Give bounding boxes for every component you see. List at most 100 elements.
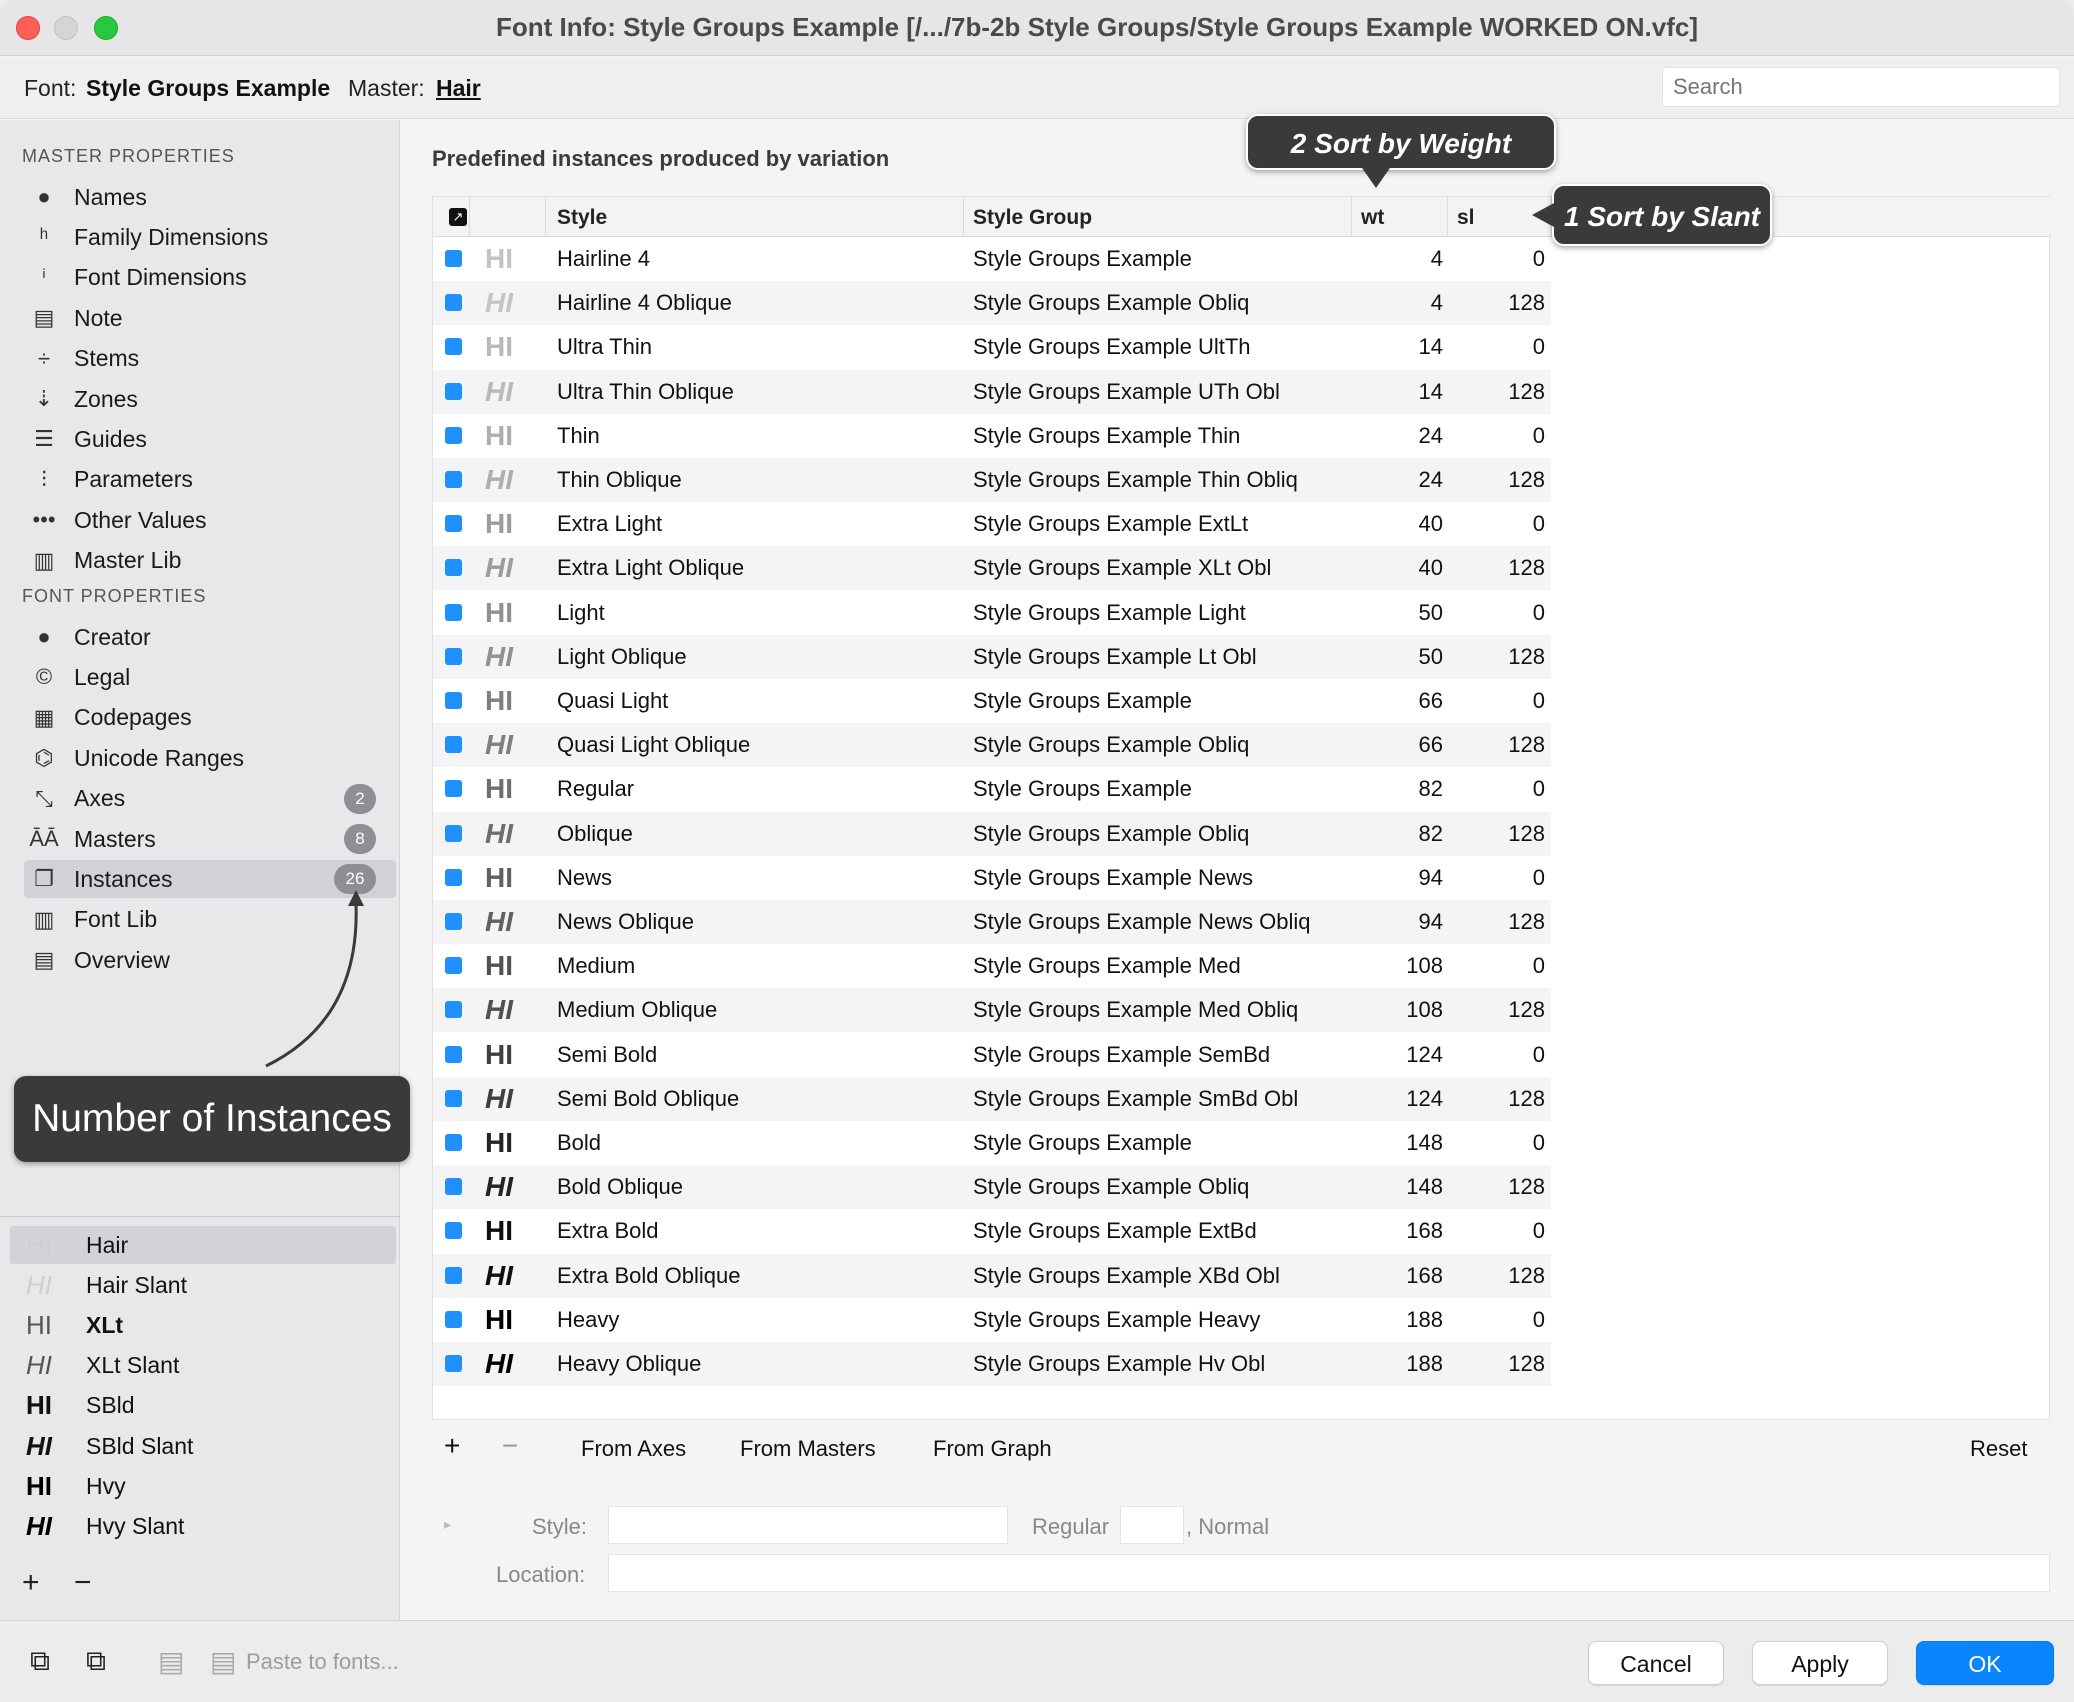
paste-icon[interactable]: ▤ [158, 1645, 184, 1678]
export-checkbox[interactable] [445, 1089, 462, 1107]
export-checkbox[interactable] [445, 868, 462, 886]
reset-button[interactable]: Reset [1970, 1436, 2027, 1462]
column-style[interactable]: Style [557, 206, 607, 230]
sidebar-item-legal[interactable]: © Legal [24, 658, 396, 696]
table-row[interactable]: HI Extra Bold Style Groups Example ExtBd 16… [433, 1209, 1551, 1253]
sidebar-item-parameters[interactable]: ⫶ Parameters [24, 461, 396, 499]
table-row[interactable]: HI Regular Style Groups Example 82 0 [433, 767, 1551, 811]
table-row[interactable]: HI Semi Bold Oblique Style Groups Example … [433, 1076, 1551, 1121]
master-item[interactable]: HI SBld Slant [10, 1427, 396, 1465]
table-row[interactable]: HI Extra Light Style Groups Example ExtLt 4… [433, 502, 1551, 546]
paste-to-fonts-icon[interactable]: ▤ [210, 1645, 236, 1678]
table-row[interactable]: HI Thin Oblique Style Groups Example Thin … [433, 458, 1551, 502]
search-input[interactable] [1662, 67, 2060, 107]
table-row[interactable]: HI Semi Bold Style Groups Example SemBd 124… [433, 1033, 1551, 1077]
table-row[interactable]: HI Medium Style Groups Example Med 108 0 [433, 944, 1551, 988]
export-checkbox[interactable] [445, 603, 462, 621]
table-row[interactable]: HI Bold Oblique Style Groups Example Obliq… [433, 1165, 1551, 1210]
ok-button[interactable]: OK [1916, 1641, 2054, 1685]
export-checkbox[interactable] [445, 382, 462, 400]
master-item[interactable]: HI Hair Slant [10, 1266, 396, 1304]
table-row[interactable]: HI Extra Light Oblique Style Groups Exampl… [433, 546, 1551, 591]
remove-master-button[interactable]: − [74, 1566, 92, 1600]
master-item[interactable]: HI XLt [10, 1306, 396, 1344]
table-row[interactable]: HI Bold Style Groups Example 148 0 [433, 1121, 1551, 1165]
location-input[interactable] [608, 1554, 2050, 1592]
table-row[interactable]: HI Heavy Style Groups Example Heavy 188 0 [433, 1298, 1551, 1342]
sidebar-item-codepages[interactable]: ▦ Codepages [24, 699, 396, 737]
export-checkbox[interactable] [445, 824, 462, 842]
export-checkbox[interactable] [445, 957, 462, 975]
sidebar-item-masters[interactable]: ĀĀ Masters 8 [24, 820, 396, 858]
table-row[interactable]: HI Medium Oblique Style Groups Example Med… [433, 988, 1551, 1033]
from-graph-button[interactable]: From Graph [933, 1436, 1052, 1462]
export-checkbox[interactable] [445, 1134, 462, 1151]
export-checkbox[interactable] [445, 250, 462, 267]
master-selector[interactable]: Hair [436, 75, 481, 102]
table-row[interactable]: HI Quasi Light Style Groups Example 66 0 [433, 679, 1551, 723]
export-icon[interactable]: ↗ [449, 208, 467, 226]
add-master-button[interactable]: + [22, 1566, 40, 1600]
sidebar-item-master-lib[interactable]: ▥ Master Lib [24, 542, 396, 580]
weight-class-input[interactable] [1120, 1506, 1184, 1544]
export-checkbox[interactable] [445, 1001, 462, 1019]
export-checkbox[interactable] [445, 1178, 462, 1196]
export-checkbox[interactable] [445, 515, 462, 533]
table-row[interactable]: HI Light Oblique Style Groups Example Lt O… [433, 634, 1551, 679]
from-masters-button[interactable]: From Masters [740, 1436, 876, 1462]
disclosure-icon[interactable]: ▸ [444, 1516, 451, 1533]
table-row[interactable]: HI News Oblique Style Groups Example News … [433, 900, 1551, 944]
export-checkbox[interactable] [445, 1222, 462, 1240]
zoom-window-button[interactable] [94, 16, 118, 40]
sidebar-item-creator[interactable]: ● Creator [24, 618, 396, 656]
column-sl[interactable]: sl [1457, 206, 1475, 230]
table-row[interactable]: HI Light Style Groups Example Light 50 0 [433, 591, 1551, 635]
export-checkbox[interactable] [445, 647, 462, 665]
sidebar-item-guides[interactable]: ☰ Guides [24, 420, 396, 458]
from-axes-button[interactable]: From Axes [581, 1436, 686, 1462]
master-item[interactable]: HI Hvy Slant [10, 1507, 396, 1545]
export-checkbox[interactable] [445, 736, 462, 754]
master-item[interactable]: HI XLt Slant [10, 1347, 396, 1385]
master-item[interactable]: HI Hair [10, 1226, 396, 1264]
copy-all-icon[interactable]: ⧉ [86, 1645, 106, 1678]
table-row[interactable]: HI News Style Groups Example News 94 0 [433, 856, 1551, 900]
sidebar-item-names[interactable]: ● Names [24, 178, 396, 216]
remove-instance-button[interactable]: − [502, 1430, 518, 1462]
table-row[interactable]: HI Quasi Light Oblique Style Groups Exampl… [433, 723, 1551, 768]
table-row[interactable]: HI Extra Bold Oblique Style Groups Example… [433, 1253, 1551, 1298]
sidebar-item-stems[interactable]: ÷ Stems [24, 340, 396, 378]
table-row[interactable]: HI Ultra Thin Oblique Style Groups Example… [433, 369, 1551, 414]
sidebar-item-family-dimensions[interactable]: ʰ Family Dimensions [24, 218, 396, 256]
table-row[interactable]: HI Ultra Thin Style Groups Example UltTh 14… [433, 325, 1551, 369]
export-checkbox[interactable] [445, 426, 462, 444]
export-checkbox[interactable] [445, 294, 462, 312]
export-checkbox[interactable] [445, 338, 462, 356]
sidebar-item-zones[interactable]: ⇣ Zones [24, 380, 396, 418]
export-checkbox[interactable] [445, 1266, 462, 1284]
master-item[interactable]: HI Hvy [10, 1467, 396, 1505]
add-instance-button[interactable]: + [444, 1430, 460, 1462]
table-row[interactable]: HI Hairline 4 Oblique Style Groups Example… [433, 281, 1551, 326]
export-checkbox[interactable] [445, 559, 462, 577]
sidebar-item-axes[interactable]: ⤡ Axes 2 [24, 780, 396, 818]
style-input[interactable] [608, 1506, 1008, 1544]
sidebar-item-other-values[interactable]: ••• Other Values [24, 501, 396, 539]
close-window-button[interactable] [16, 16, 40, 40]
table-row[interactable]: HI Oblique Style Groups Example Obliq 82 128 [433, 811, 1551, 856]
export-checkbox[interactable] [445, 1355, 462, 1372]
export-checkbox[interactable] [445, 471, 462, 488]
cancel-button[interactable]: Cancel [1588, 1641, 1724, 1685]
export-checkbox[interactable] [445, 1310, 462, 1328]
export-checkbox[interactable] [445, 692, 462, 709]
export-checkbox[interactable] [445, 1045, 462, 1063]
sidebar-item-font-dimensions[interactable]: ⁱ Font Dimensions [24, 259, 396, 297]
table-row[interactable]: HI Heavy Oblique Style Groups Example Hv O… [433, 1342, 1551, 1386]
table-row[interactable]: HI Hairline 4 Style Groups Example 4 0 [433, 237, 1551, 281]
column-wt[interactable]: wt [1361, 206, 1384, 230]
paste-to-fonts-button[interactable]: Paste to fonts... [246, 1649, 399, 1675]
minimize-window-button[interactable] [54, 16, 78, 40]
sidebar-item-note[interactable]: ▤ Note [24, 299, 396, 337]
column-style-group[interactable]: Style Group [973, 206, 1092, 230]
export-checkbox[interactable] [445, 913, 462, 930]
